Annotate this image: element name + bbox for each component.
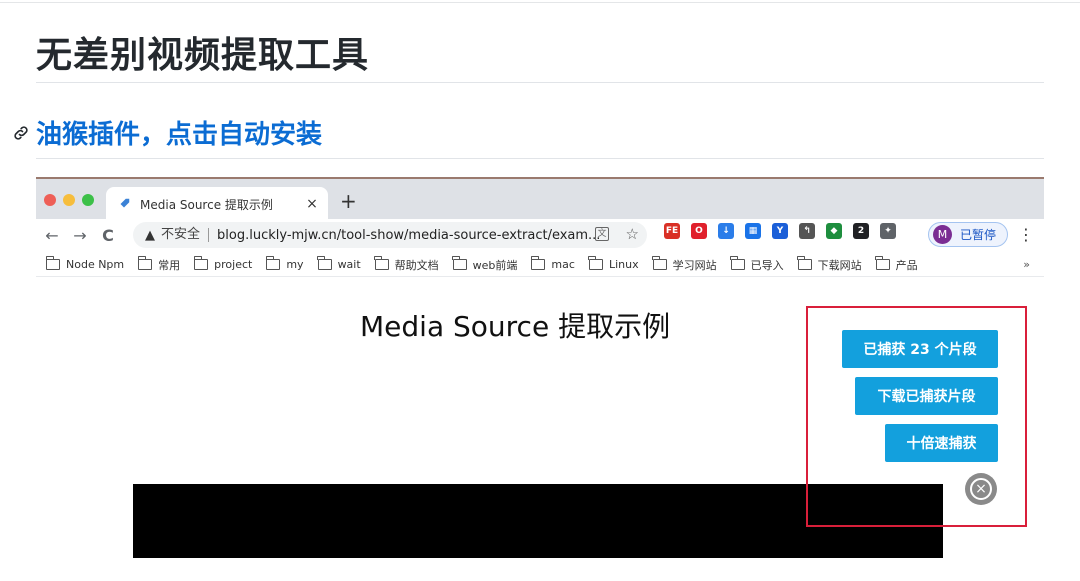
qr-extension-icon[interactable]: ▦ — [745, 223, 761, 239]
bookmark-label: 帮助文档 — [394, 258, 439, 272]
profile-status: 已暂停 — [960, 228, 997, 242]
bookmark-label: wait — [337, 258, 361, 271]
folder-icon — [265, 256, 281, 270]
bookmark-item[interactable]: 已导入 — [730, 256, 784, 273]
bookmark-item[interactable]: web前端 — [452, 256, 518, 273]
folder-icon — [530, 256, 546, 270]
bookmark-item[interactable]: mac — [530, 256, 575, 271]
download-extension-icon[interactable]: ↓ — [718, 223, 734, 239]
tab-strip: Media Source 提取示例 × + — [36, 179, 1044, 221]
folder-icon — [875, 256, 890, 270]
opera-extension-icon[interactable]: O — [691, 223, 707, 239]
close-icon: × — [970, 478, 992, 500]
bookmarks-bar: Node Npm 常用 project my wait 帮助文档 web前端 mac Linux… — [36, 253, 1044, 277]
profile-button[interactable]: M 已暂停 — [928, 222, 1008, 247]
url-text[interactable]: blog.luckly-mjw.cn/tool-show/media-sourc… — [217, 228, 600, 243]
bookmark-item[interactable]: project — [193, 256, 253, 271]
bookmark-label: 下载网站 — [817, 258, 862, 272]
rocket-favicon-icon — [116, 196, 132, 212]
bookmark-item[interactable]: wait — [317, 256, 361, 271]
folder-icon — [374, 256, 389, 270]
minimize-window-button[interactable] — [63, 194, 75, 206]
bookmark-item[interactable]: 产品 — [875, 256, 918, 273]
bookmark-label: 学习网站 — [672, 258, 717, 272]
puzzle-extension-icon[interactable]: ✦ — [880, 223, 896, 239]
bookmark-item[interactable]: 常用 — [137, 256, 181, 273]
tag-extension-icon[interactable]: ◆ — [826, 223, 842, 239]
demo-page: Media Source 提取示例 已捕获 23 个片段 下载已捕获片段 十倍速… — [36, 278, 1044, 558]
bookmark-item[interactable]: 学习网站 — [652, 256, 717, 273]
close-window-button[interactable] — [44, 194, 56, 206]
folder-icon — [45, 256, 60, 270]
section-divider — [36, 158, 1044, 159]
tab-close-icon[interactable]: × — [302, 196, 322, 212]
bookmark-item[interactable]: Node Npm — [45, 256, 125, 271]
avatar: M — [933, 225, 952, 244]
browser-tab[interactable]: Media Source 提取示例 × — [106, 187, 328, 221]
link-icon[interactable] — [12, 121, 34, 145]
address-bar[interactable]: ▲ 不安全 blog.luckly-mjw.cn/tool-show/media… — [133, 222, 647, 248]
captured-segments-button[interactable]: 已捕获 23 个片段 — [842, 330, 998, 368]
back-button[interactable]: ← — [40, 226, 64, 245]
bookmark-label: 常用 — [158, 258, 181, 272]
vue-extension-icon[interactable]: Y — [772, 223, 788, 239]
bookmark-label: project — [214, 258, 253, 271]
bookmarks-overflow-icon[interactable]: » — [1023, 258, 1030, 271]
bookmark-item[interactable]: my — [265, 256, 304, 271]
tenx-speed-button[interactable]: 十倍速捕获 — [885, 424, 998, 462]
bookmark-label: 已导入 — [750, 258, 784, 272]
download-segments-button[interactable]: 下载已捕获片段 — [855, 377, 998, 415]
install-userscript-link[interactable]: 油猴插件，点击自动安装 — [36, 114, 322, 151]
folder-icon — [193, 256, 209, 270]
bookmark-item[interactable]: Linux — [588, 256, 639, 271]
folder-icon — [588, 256, 603, 270]
section-heading: 油猴插件，点击自动安装 — [12, 114, 322, 151]
title-divider — [36, 82, 1044, 83]
more-menu-icon[interactable]: ⋮ — [1018, 225, 1034, 244]
badge-extension-icon[interactable]: 2 — [853, 223, 869, 239]
reload-button[interactable]: C — [96, 226, 120, 245]
bookmark-label: Node Npm — [66, 258, 125, 271]
bookmark-item[interactable]: 帮助文档 — [374, 256, 439, 273]
bookmark-label: my — [286, 258, 304, 271]
bookmark-label: web前端 — [472, 258, 518, 272]
bookmark-item[interactable]: 下载网站 — [797, 256, 862, 273]
fe-extension-icon[interactable]: FE — [664, 223, 680, 239]
folder-icon — [652, 256, 667, 270]
folder-icon — [797, 256, 812, 270]
folder-icon — [137, 256, 153, 270]
bookmark-label: Linux — [608, 258, 639, 271]
maximize-window-button[interactable] — [82, 194, 94, 206]
demo-page-heading: Media Source 提取示例 — [360, 310, 671, 343]
extensions-row: FE O ↓ ▦ Y ↰ ◆ 2 ✦ — [664, 223, 907, 239]
bookmark-label: mac — [551, 258, 575, 271]
top-divider — [0, 2, 1080, 3]
article-title: 无差别视频提取工具 — [36, 35, 370, 76]
browser-toolbar: ← → C ▲ 不安全 blog.luckly-mjw.cn/tool-show… — [36, 219, 1044, 251]
forward-button[interactable]: → — [68, 226, 92, 245]
browser-screenshot: Media Source 提取示例 × + ← → C ▲ 不安全 blog.l… — [36, 177, 1044, 558]
reply-extension-icon[interactable]: ↰ — [799, 223, 815, 239]
close-panel-button[interactable]: × — [965, 473, 997, 505]
bookmark-label: 产品 — [895, 258, 918, 272]
tab-title: Media Source 提取示例 — [140, 197, 273, 212]
new-tab-button[interactable]: + — [340, 189, 357, 213]
folder-icon — [452, 256, 467, 270]
translate-icon[interactable]: 文 — [595, 227, 609, 241]
security-status[interactable]: 不安全 — [161, 228, 210, 242]
warning-icon[interactable]: ▲ — [145, 228, 155, 243]
folder-icon — [730, 256, 745, 270]
folder-icon — [317, 256, 332, 270]
bookmark-star-icon[interactable]: ☆ — [626, 225, 639, 243]
